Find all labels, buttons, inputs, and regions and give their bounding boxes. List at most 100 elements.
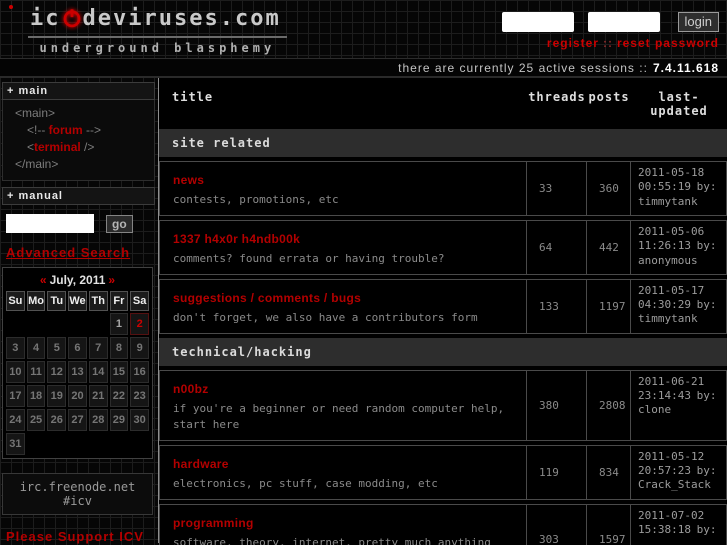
calendar-day <box>89 313 108 335</box>
calendar-day <box>110 433 129 455</box>
category-row: technical/hacking <box>159 337 727 366</box>
calendar-day[interactable]: 18 <box>26 385 46 407</box>
calendar-day[interactable]: 7 <box>88 337 108 359</box>
password-input[interactable] <box>587 12 660 32</box>
forum-row: hardware electronics, pc stuff, case mod… <box>159 444 727 500</box>
login-button[interactable]: login <box>677 12 719 32</box>
forum-link[interactable]: 1337 h4x0r h4ndb00k <box>173 232 300 246</box>
forum-link[interactable]: programming <box>173 516 254 530</box>
calendar-day[interactable]: 21 <box>88 385 108 407</box>
main-content: title threads posts last-updated site re… <box>158 78 727 545</box>
calendar-day[interactable]: 23 <box>130 385 149 407</box>
calendar-day <box>68 313 87 335</box>
advanced-search-link[interactable]: Advanced Search <box>6 245 130 260</box>
column-header-posts: posts <box>588 90 630 104</box>
calendar-day <box>27 433 46 455</box>
search-input[interactable] <box>6 214 94 233</box>
calendar-day[interactable]: 4 <box>26 337 46 359</box>
forum-row: programming software, theory, internet, … <box>159 503 727 545</box>
calendar-day[interactable]: 6 <box>68 337 87 359</box>
calendar-day-header: Su <box>6 291 25 311</box>
forum-link[interactable]: forum <box>49 123 83 137</box>
threads-count: 303 <box>526 504 586 545</box>
calendar-grid: Su Mo Tu We Th Fr Sa 1 2 3 4 5 6 7 8 9 1… <box>6 291 149 455</box>
calendar-day[interactable]: 26 <box>47 409 67 431</box>
forum-row: n00bz if you're a beginner or need rando… <box>159 369 727 441</box>
calendar-day[interactable]: 16 <box>130 361 149 383</box>
page: ic deviruses.com underground blasphemy lo… <box>0 0 727 545</box>
calendar-day[interactable]: 1 <box>109 313 129 335</box>
column-header-threads: threads <box>528 90 586 104</box>
link-separator: :: <box>602 36 613 50</box>
sidebar-item-terminal: <terminal /> <box>27 140 95 154</box>
posts-count: 2808 <box>586 370 630 440</box>
threads-count: 133 <box>526 279 586 333</box>
calendar-day[interactable]: 14 <box>88 361 108 383</box>
sidebar-section-main[interactable]: + main <box>2 82 155 100</box>
last-updated: 2011-05-12 20:57:23 by: Crack_Stack <box>630 445 726 499</box>
posts-count: 834 <box>586 445 630 499</box>
forum-row: 1337 h4x0r h4ndb00k comments? found erra… <box>159 219 727 275</box>
calendar-day[interactable]: 20 <box>68 385 87 407</box>
forum-link[interactable]: suggestions / comments / bugs <box>173 291 361 305</box>
calendar-day[interactable]: 12 <box>47 361 67 383</box>
login-links: register:: reset password <box>502 36 719 50</box>
forum-description: software, theory, internet, pretty much … <box>173 535 491 545</box>
forum-description: don't forget, we also have a contributor… <box>173 310 478 324</box>
posts-count: 442 <box>586 220 630 274</box>
calendar-day-header: Fr <box>109 291 129 311</box>
threads-count: 380 <box>526 370 586 440</box>
calendar-day[interactable]: 30 <box>130 409 149 431</box>
calendar-day[interactable]: 31 <box>6 433 25 455</box>
calendar-day[interactable]: 10 <box>6 361 25 383</box>
calendar-day-header: Th <box>88 291 108 311</box>
site-logo[interactable]: ic deviruses.com underground blasphemy <box>28 6 287 55</box>
calendar-day <box>89 433 108 455</box>
calendar-day-today[interactable]: 2 <box>130 313 149 335</box>
calendar-day[interactable]: 9 <box>130 337 149 359</box>
calendar-day[interactable]: 17 <box>6 385 25 407</box>
calendar-day <box>47 313 66 335</box>
forum-link[interactable]: news <box>173 173 204 187</box>
forum-description: if you're a beginner or need random comp… <box>173 401 505 431</box>
forum-link[interactable]: hardware <box>173 457 229 471</box>
calendar-month-label: July, 2011 <box>49 273 106 287</box>
calendar-day[interactable]: 19 <box>47 385 67 407</box>
username-input[interactable] <box>501 12 574 32</box>
calendar-day[interactable]: 5 <box>47 337 67 359</box>
calendar-day[interactable]: 25 <box>26 409 46 431</box>
threads-count: 33 <box>526 162 586 215</box>
code-close-main: </main> <box>15 157 59 171</box>
last-updated: 2011-07-02 15:38:18 by: <box>630 504 726 545</box>
category-row: site related <box>159 129 727 157</box>
forum-link[interactable]: n00bz <box>173 382 209 396</box>
calendar-day[interactable]: 29 <box>109 409 129 431</box>
forum-description: electronics, pc stuff, case modding, etc <box>173 476 438 490</box>
support-banner[interactable]: Please Support ICV <box>6 529 155 544</box>
last-updated: 2011-06-21 23:14:43 by: clone <box>630 370 726 440</box>
calendar-day[interactable]: 13 <box>68 361 87 383</box>
terminal-link[interactable]: terminal <box>34 140 81 154</box>
calendar-day[interactable]: 24 <box>6 409 25 431</box>
active-sessions-text: there are currently 25 active sessions :… <box>398 61 648 75</box>
forum-row: suggestions / comments / bugs don't forg… <box>159 278 727 334</box>
calendar-day[interactable]: 15 <box>109 361 129 383</box>
calendar-next-icon[interactable]: » <box>105 273 118 287</box>
sidebar-section-manual[interactable]: + manual <box>2 187 155 205</box>
calendar-day[interactable]: 8 <box>109 337 129 359</box>
calendar-day <box>47 433 66 455</box>
register-link[interactable]: register <box>547 36 599 50</box>
calendar-day[interactable]: 28 <box>88 409 108 431</box>
forum-description: contests, promotions, etc <box>173 193 339 206</box>
calendar-day <box>27 313 46 335</box>
calendar-day[interactable]: 11 <box>26 361 46 383</box>
last-updated: 2011-05-17 04:30:29 by: timmytank <box>630 279 726 333</box>
calendar-day[interactable]: 22 <box>109 385 129 407</box>
calendar-day[interactable]: 3 <box>6 337 25 359</box>
calendar-day[interactable]: 27 <box>68 409 87 431</box>
forum-description: comments? found errata or having trouble… <box>173 251 445 265</box>
calendar-prev-icon[interactable]: « <box>37 273 50 287</box>
corner-dot-icon <box>9 5 13 9</box>
go-button[interactable]: go <box>106 214 133 233</box>
reset-password-link[interactable]: reset password <box>617 36 719 50</box>
